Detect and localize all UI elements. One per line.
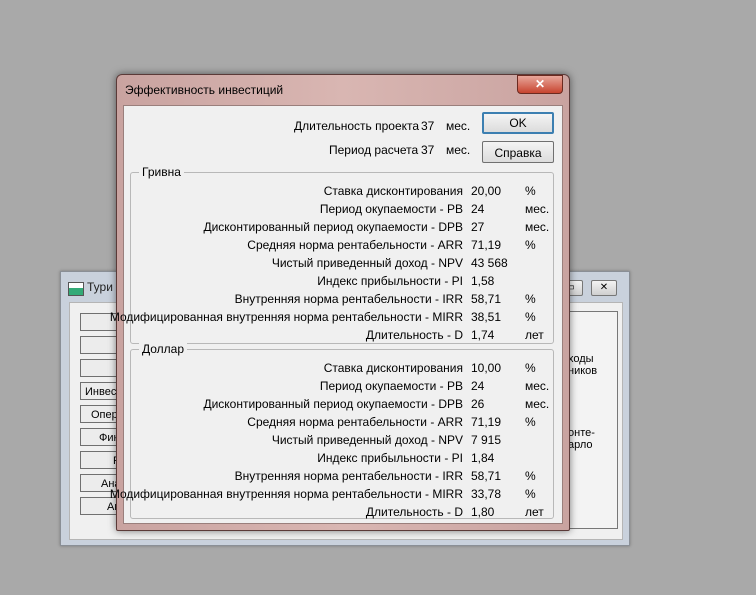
group-dollar-title: Доллар xyxy=(139,342,188,356)
row-value: 58,71 xyxy=(471,292,502,306)
row-label: Чистый приведенный доход - NPV xyxy=(271,256,463,270)
row-label: Модифицированная внутренняя норма рентаб… xyxy=(109,487,463,501)
row-unit: мес. xyxy=(525,220,550,234)
row-unit: % xyxy=(525,292,536,306)
row-label: Ставка дисконтирования xyxy=(323,361,463,375)
dollar-row-irr: Внутренняя норма рентабельности - IRR 58,… xyxy=(131,469,553,487)
calc-period-label: Период расчета xyxy=(329,143,419,157)
group-hryvnia-title: Гривна xyxy=(139,165,184,179)
row-label: Средняя норма рентабельности - ARR xyxy=(247,238,463,252)
bg-right-text-2b: арло xyxy=(568,439,593,451)
row-unit: мес. xyxy=(525,202,550,216)
project-duration-value: 37 xyxy=(421,119,435,133)
hryvnia-row-npv: Чистый приведенный доход - NPV 43 568 xyxy=(131,256,553,274)
row-unit: % xyxy=(525,469,536,483)
dollar-row-pb: Период окупаемости - PB 24 мес. xyxy=(131,379,553,397)
hryvnia-row-discount-rate: Ставка дисконтирования 20,00% xyxy=(131,184,553,202)
project-duration-label: Длительность проекта xyxy=(294,119,420,133)
row-unit: мес. xyxy=(525,397,550,411)
row-label: Модифицированная внутренняя норма рентаб… xyxy=(109,310,463,324)
bg-right-text-1: ходы ников xyxy=(568,353,597,377)
row-value: 24 xyxy=(471,202,485,216)
row-value: 20,00 xyxy=(471,184,502,198)
hryvnia-row-pb: Период окупаемости - PB 24 мес. xyxy=(131,202,553,220)
row-value: 27 xyxy=(471,220,485,234)
row-label: Ставка дисконтирования xyxy=(323,184,463,198)
dollar-row-pi: Индекс прибыльности - PI 1,84 xyxy=(131,451,553,469)
row-unit: % xyxy=(525,361,536,375)
row-label: Индекс прибыльности - PI xyxy=(317,274,463,288)
row-label: Период окупаемости - PB xyxy=(319,379,463,393)
ok-button[interactable]: OK xyxy=(482,112,554,134)
dollar-row-mirr: Модифицированная внутренняя норма рентаб… xyxy=(110,487,553,505)
row-value: 24 xyxy=(471,379,485,393)
row-label: Чистый приведенный доход - NPV xyxy=(271,433,463,447)
project-duration-unit: мес. xyxy=(446,119,471,133)
bg-right-text-1a: ходы xyxy=(568,353,594,365)
row-label: Средняя норма рентабельности - ARR xyxy=(247,415,463,429)
row-value: 43 568 xyxy=(471,256,508,270)
calc-period-value: 37 xyxy=(421,143,435,157)
hryvnia-row-duration: Длительность - D 1,74 лет xyxy=(131,328,553,346)
row-label: Индекс прибыльности - PI xyxy=(317,451,463,465)
bg-right-text-2a: онте- xyxy=(568,427,595,439)
row-label: Внутренняя норма рентабельности - IRR xyxy=(234,469,463,483)
dollar-row-discount-rate: Ставка дисконтирования 10,00% xyxy=(131,361,553,379)
bg-right-panel[interactable] xyxy=(562,311,618,529)
hryvnia-row-pi: Индекс прибыльности - PI 1,58 xyxy=(131,274,553,292)
row-value: 71,19 xyxy=(471,238,502,252)
row-value: 58,71 xyxy=(471,469,502,483)
bg-right-text-2: онте- арло xyxy=(568,427,595,451)
dialog-title: Эффективность инвестиций xyxy=(125,83,284,97)
row-label: Длительность - D xyxy=(365,505,463,519)
row-unit: % xyxy=(525,487,536,501)
group-dollar: Доллар Ставка дисконтирования 10,00% Пери… xyxy=(110,342,554,519)
dollar-row-dpb: Дисконтированный период окупаемости - DP… xyxy=(131,397,553,415)
background-window-title: Тури xyxy=(68,280,113,296)
investment-efficiency-dialog: Эффективность инвестиций ✕ Длительность … xyxy=(110,74,570,531)
row-value: 1,58 xyxy=(471,274,495,288)
row-unit: % xyxy=(525,238,536,252)
row-label: Длительность - D xyxy=(365,328,463,342)
row-value: 38,51 xyxy=(471,310,502,324)
hryvnia-row-mirr: Модифицированная внутренняя норма рентаб… xyxy=(110,310,553,328)
row-value: 7 915 xyxy=(471,433,502,447)
row-unit: лет xyxy=(525,328,544,342)
group-hryvnia: Гривна Ставка дисконтирования 20,00% Пери… xyxy=(110,165,554,346)
row-label: Внутренняя норма рентабельности - IRR xyxy=(234,292,463,306)
row-unit: % xyxy=(525,415,536,429)
app-icon xyxy=(68,282,84,296)
row-value: 10,00 xyxy=(471,361,502,375)
row-label: Дисконтированный период окупаемости - DP… xyxy=(203,397,463,411)
row-label: Дисконтированный период окупаемости - DP… xyxy=(203,220,463,234)
dollar-row-arr: Средняя норма рентабельности - ARR 71,19% xyxy=(131,415,553,433)
hryvnia-row-arr: Средняя норма рентабельности - ARR 71,19% xyxy=(131,238,553,256)
hryvnia-row-irr: Внутренняя норма рентабельности - IRR 58,… xyxy=(131,292,553,310)
dollar-row-npv: Чистый приведенный доход - NPV 7 915 xyxy=(131,433,553,451)
dialog-client: Длительность проекта 37 мес. OK Период р… xyxy=(110,105,563,524)
bg-right-text-1b: ников xyxy=(568,365,598,377)
row-value: 1,80 xyxy=(471,505,495,519)
row-value: 33,78 xyxy=(471,487,502,501)
dollar-row-duration: Длительность - D 1,80 лет xyxy=(131,505,553,523)
help-button[interactable]: Справка xyxy=(482,141,554,163)
close-icon[interactable]: ✕ xyxy=(591,280,617,296)
row-value: 1,84 xyxy=(471,451,495,465)
row-label: Период окупаемости - PB xyxy=(319,202,463,216)
close-button[interactable]: ✕ xyxy=(517,75,563,94)
row-unit: % xyxy=(525,184,536,198)
calc-period-unit: мес. xyxy=(446,143,471,157)
row-unit: лет xyxy=(525,505,544,519)
hryvnia-row-dpb: Дисконтированный период окупаемости - DP… xyxy=(131,220,553,238)
row-value: 26 xyxy=(471,397,485,411)
row-value: 1,74 xyxy=(471,328,495,342)
row-unit: мес. xyxy=(525,379,550,393)
row-value: 71,19 xyxy=(471,415,502,429)
row-unit: % xyxy=(525,310,536,324)
